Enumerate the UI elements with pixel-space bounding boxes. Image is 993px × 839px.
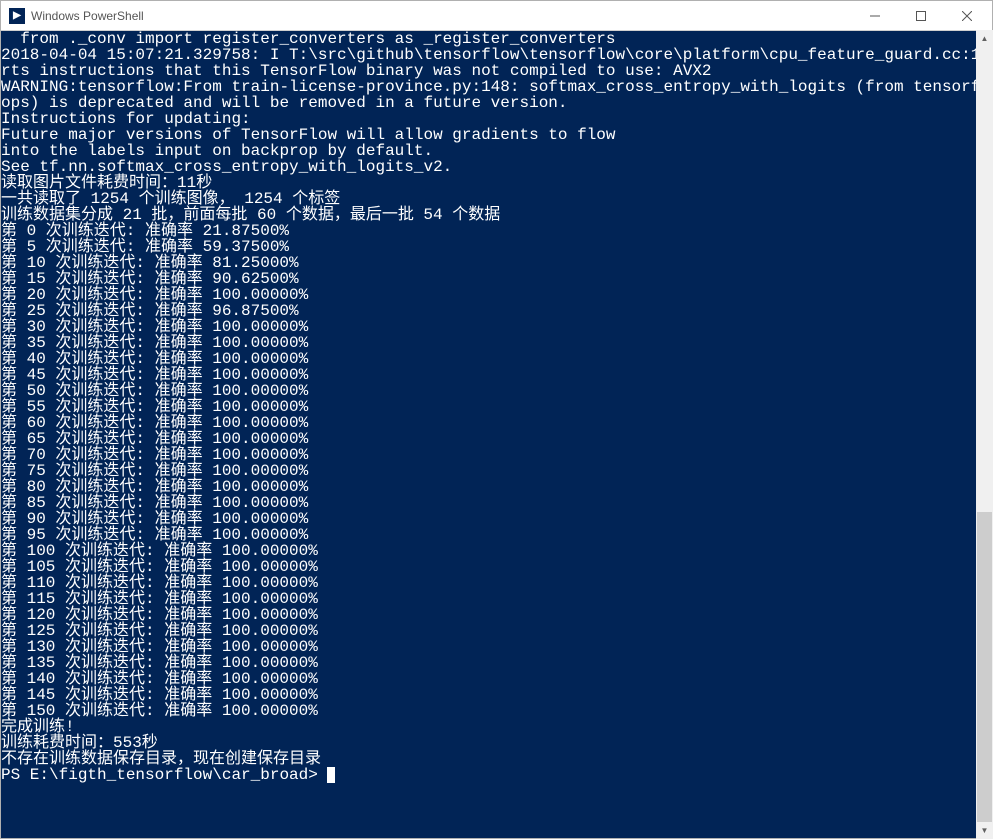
terminal-line: 第 100 次训练迭代: 准确率 100.00000%: [1, 543, 992, 559]
terminal-line: 第 150 次训练迭代: 准确率 100.00000%: [1, 703, 992, 719]
terminal-line: 训练耗费时间：553秒: [1, 735, 992, 751]
minimize-button[interactable]: [852, 1, 898, 30]
terminal-line: 第 115 次训练迭代: 准确率 100.00000%: [1, 591, 992, 607]
terminal-line: 第 15 次训练迭代: 准确率 90.62500%: [1, 271, 992, 287]
terminal-line: 第 50 次训练迭代: 准确率 100.00000%: [1, 383, 992, 399]
terminal-line: 第 45 次训练迭代: 准确率 100.00000%: [1, 367, 992, 383]
terminal-line: 第 110 次训练迭代: 准确率 100.00000%: [1, 575, 992, 591]
terminal-line: 第 0 次训练迭代: 准确率 21.87500%: [1, 223, 992, 239]
terminal-line: rts instructions that this TensorFlow bi…: [1, 63, 992, 79]
scroll-up-arrow[interactable]: ▲: [976, 30, 993, 47]
powershell-window: ▶ Windows PowerShell from ._conv import …: [0, 0, 993, 839]
terminal-line: 第 35 次训练迭代: 准确率 100.00000%: [1, 335, 992, 351]
terminal-line: Future major versions of TensorFlow will…: [1, 127, 992, 143]
terminal-line: from ._conv import register_converters a…: [1, 31, 992, 47]
terminal-line: 第 30 次训练迭代: 准确率 100.00000%: [1, 319, 992, 335]
terminal-line: 第 85 次训练迭代: 准确率 100.00000%: [1, 495, 992, 511]
terminal-line: 第 90 次训练迭代: 准确率 100.00000%: [1, 511, 992, 527]
maximize-button[interactable]: [898, 1, 944, 30]
powershell-icon: ▶: [9, 8, 25, 24]
terminal-line: 读取图片文件耗费时间：11秒: [1, 175, 992, 191]
terminal-line: 2018-04-04 15:07:21.329758: I T:\src\git…: [1, 47, 992, 63]
terminal-line: 第 25 次训练迭代: 准确率 96.87500%: [1, 303, 992, 319]
terminal-line: 第 55 次训练迭代: 准确率 100.00000%: [1, 399, 992, 415]
terminal-line: 第 125 次训练迭代: 准确率 100.00000%: [1, 623, 992, 639]
terminal-line: See tf.nn.softmax_cross_entropy_with_log…: [1, 159, 992, 175]
terminal-content[interactable]: from ._conv import register_converters a…: [1, 31, 992, 838]
terminal-line: 第 135 次训练迭代: 准确率 100.00000%: [1, 655, 992, 671]
terminal-line: 第 5 次训练迭代: 准确率 59.37500%: [1, 239, 992, 255]
terminal-line: into the labels input on backprop by def…: [1, 143, 992, 159]
scroll-track[interactable]: [976, 47, 993, 822]
window-controls: [852, 1, 990, 30]
terminal-line: 第 145 次训练迭代: 准确率 100.00000%: [1, 687, 992, 703]
cursor: [327, 767, 335, 783]
vertical-scrollbar[interactable]: ▲ ▼: [976, 30, 993, 839]
terminal-line: 第 75 次训练迭代: 准确率 100.00000%: [1, 463, 992, 479]
terminal-prompt-line[interactable]: PS E:\figth_tensorflow\car_broad>: [1, 767, 992, 783]
terminal-line: 第 10 次训练迭代: 准确率 81.25000%: [1, 255, 992, 271]
scroll-down-arrow[interactable]: ▼: [976, 822, 993, 839]
terminal-line: 第 70 次训练迭代: 准确率 100.00000%: [1, 447, 992, 463]
close-button[interactable]: [944, 1, 990, 30]
terminal-line: 训练数据集分成 21 批，前面每批 60 个数据，最后一批 54 个数据: [1, 207, 992, 223]
terminal-line: 第 80 次训练迭代: 准确率 100.00000%: [1, 479, 992, 495]
terminal-line: 第 130 次训练迭代: 准确率 100.00000%: [1, 639, 992, 655]
scroll-thumb[interactable]: [977, 512, 992, 822]
terminal-line: 第 140 次训练迭代: 准确率 100.00000%: [1, 671, 992, 687]
terminal-line: 第 40 次训练迭代: 准确率 100.00000%: [1, 351, 992, 367]
terminal-line: 完成训练!: [1, 719, 992, 735]
terminal-prompt: PS E:\figth_tensorflow\car_broad>: [1, 766, 327, 784]
terminal-line: Instructions for updating:: [1, 111, 992, 127]
window-title: Windows PowerShell: [31, 9, 852, 23]
terminal-line: 第 95 次训练迭代: 准确率 100.00000%: [1, 527, 992, 543]
title-bar[interactable]: ▶ Windows PowerShell: [1, 1, 992, 31]
terminal-line: 第 20 次训练迭代: 准确率 100.00000%: [1, 287, 992, 303]
terminal-line: 一共读取了 1254 个训练图像， 1254 个标签: [1, 191, 992, 207]
terminal-line: 第 120 次训练迭代: 准确率 100.00000%: [1, 607, 992, 623]
terminal-line: 第 65 次训练迭代: 准确率 100.00000%: [1, 431, 992, 447]
terminal-line: 第 105 次训练迭代: 准确率 100.00000%: [1, 559, 992, 575]
terminal-line: 不存在训练数据保存目录，现在创建保存目录: [1, 751, 992, 767]
terminal-line: 第 60 次训练迭代: 准确率 100.00000%: [1, 415, 992, 431]
terminal-line: WARNING:tensorflow:From train-license-pr…: [1, 79, 992, 95]
terminal-line: ops) is deprecated and will be removed i…: [1, 95, 992, 111]
